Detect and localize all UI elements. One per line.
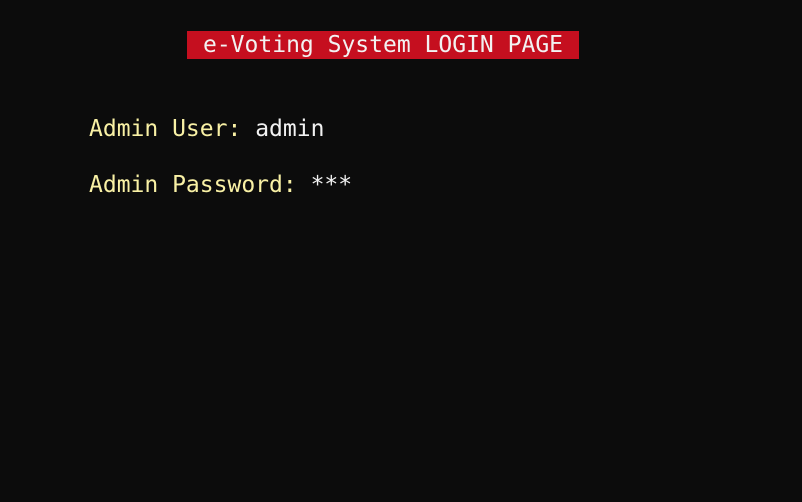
admin-user-row: Admin User: admin	[89, 115, 324, 143]
admin-password-label: Admin Password:	[89, 172, 297, 198]
admin-user-label: Admin User:	[89, 116, 242, 142]
page-title: e-Voting System LOGIN PAGE	[187, 31, 579, 59]
console-window: e-Voting System LOGIN PAGE Admin User: a…	[0, 0, 802, 502]
admin-password-row: Admin Password: ***	[89, 171, 352, 199]
admin-user-input[interactable]: admin	[255, 116, 324, 142]
admin-password-input[interactable]: ***	[311, 172, 353, 198]
